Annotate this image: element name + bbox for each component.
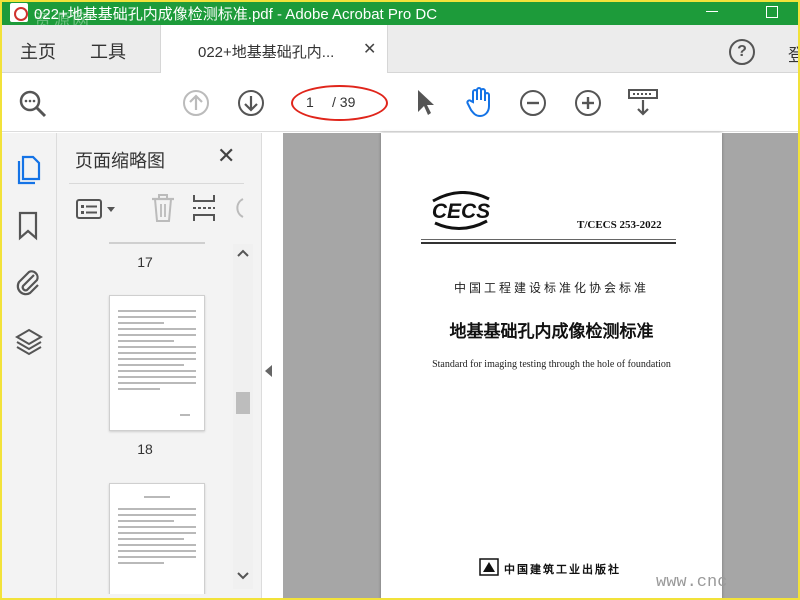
collapse-panel-icon[interactable] (265, 365, 272, 377)
document-tab-title: 022+地基基础孔内... (198, 44, 335, 61)
minimize-button[interactable] (706, 11, 718, 12)
thumbnail-label: 18 (137, 441, 153, 457)
tab-close-icon[interactable]: ✕ (363, 39, 376, 59)
menu-home[interactable]: 主页 (20, 38, 56, 64)
pdf-page: CECS T/CECS 253-2022 中国工程建设标准化协会标准 地基基础孔… (381, 133, 722, 600)
attachment-icon[interactable] (14, 267, 42, 299)
hand-tool-icon[interactable] (464, 86, 494, 118)
thumbnail-scrollbar[interactable] (233, 244, 253, 589)
document-tab[interactable]: 022+地基基础孔内... ✕ (160, 25, 388, 73)
menu-tools[interactable]: 工具 (90, 38, 126, 64)
help-icon[interactable]: ? (729, 39, 755, 65)
logo-text: CECS (432, 200, 490, 223)
select-arrow-icon[interactable] (415, 88, 435, 118)
search-icon[interactable] (18, 89, 48, 119)
acrobat-app-icon[interactable] (10, 3, 28, 22)
standard-number: T/CECS 253-2022 (577, 219, 662, 231)
cecs-logo: CECS (432, 191, 490, 230)
thumbnails-panel: 页面缩略图 ✕ 17 18 (57, 133, 262, 600)
thumbnail-list: 17 18 (57, 242, 233, 594)
thumbnail-label: 17 (137, 254, 153, 270)
thumbnail-page-17[interactable] (109, 295, 205, 431)
fit-page-icon[interactable] (627, 88, 659, 118)
document-viewport[interactable]: CECS T/CECS 253-2022 中国工程建设标准化协会标准 地基基础孔… (283, 133, 800, 600)
panel-divider (69, 183, 244, 184)
scroll-up-icon[interactable] (237, 248, 249, 258)
thumbnail-options-icon[interactable] (75, 197, 121, 221)
association-name: 中国工程建设标准化协会标准 (453, 281, 649, 295)
zoom-in-icon[interactable] (574, 89, 602, 117)
scrollbar-thumb[interactable] (236, 392, 250, 414)
publisher-logo (479, 558, 499, 576)
maximize-button[interactable] (766, 6, 778, 18)
watermark-url: www.cnc (656, 573, 728, 592)
delete-page-icon[interactable] (150, 193, 176, 223)
navigation-rail (0, 133, 57, 600)
panel-title: 页面缩略图 (75, 151, 165, 171)
scroll-down-icon[interactable] (237, 571, 249, 581)
layers-icon[interactable] (14, 327, 44, 357)
annotation-ellipse (291, 85, 388, 121)
toolbar: 1 / 39 (0, 74, 800, 132)
sign-in-button[interactable]: 登 (788, 41, 800, 66)
header-rule (421, 239, 676, 240)
rotate-page-icon[interactable] (231, 195, 245, 221)
title-bar: 资源网 022+地基基础孔内成像检测标准.pdf - Adobe Acrobat… (0, 0, 800, 30)
menu-row: 主页 工具 022+地基基础孔内... ✕ ? 登 (0, 25, 800, 73)
prev-thumbnail-edge (109, 242, 205, 244)
page-thumbnails-icon[interactable] (15, 153, 43, 185)
bookmark-icon[interactable] (17, 211, 39, 241)
previous-page-icon[interactable] (182, 89, 210, 117)
window-title: 022+地基基础孔内成像检测标准.pdf - Adobe Acrobat Pro… (34, 6, 438, 23)
document-title-en: Standard for imaging testing through the… (432, 359, 671, 370)
panel-close-icon[interactable]: ✕ (217, 143, 235, 169)
next-page-icon[interactable] (237, 89, 265, 117)
thumbnail-page-18[interactable] (109, 483, 205, 594)
zoom-out-icon[interactable] (519, 89, 547, 117)
insert-page-icon[interactable] (191, 193, 217, 223)
publisher-name: 中国建筑工业出版社 (504, 564, 621, 576)
header-rule-thick (421, 242, 676, 244)
document-title-cn: 地基基础孔内成像检测标准 (449, 322, 654, 341)
